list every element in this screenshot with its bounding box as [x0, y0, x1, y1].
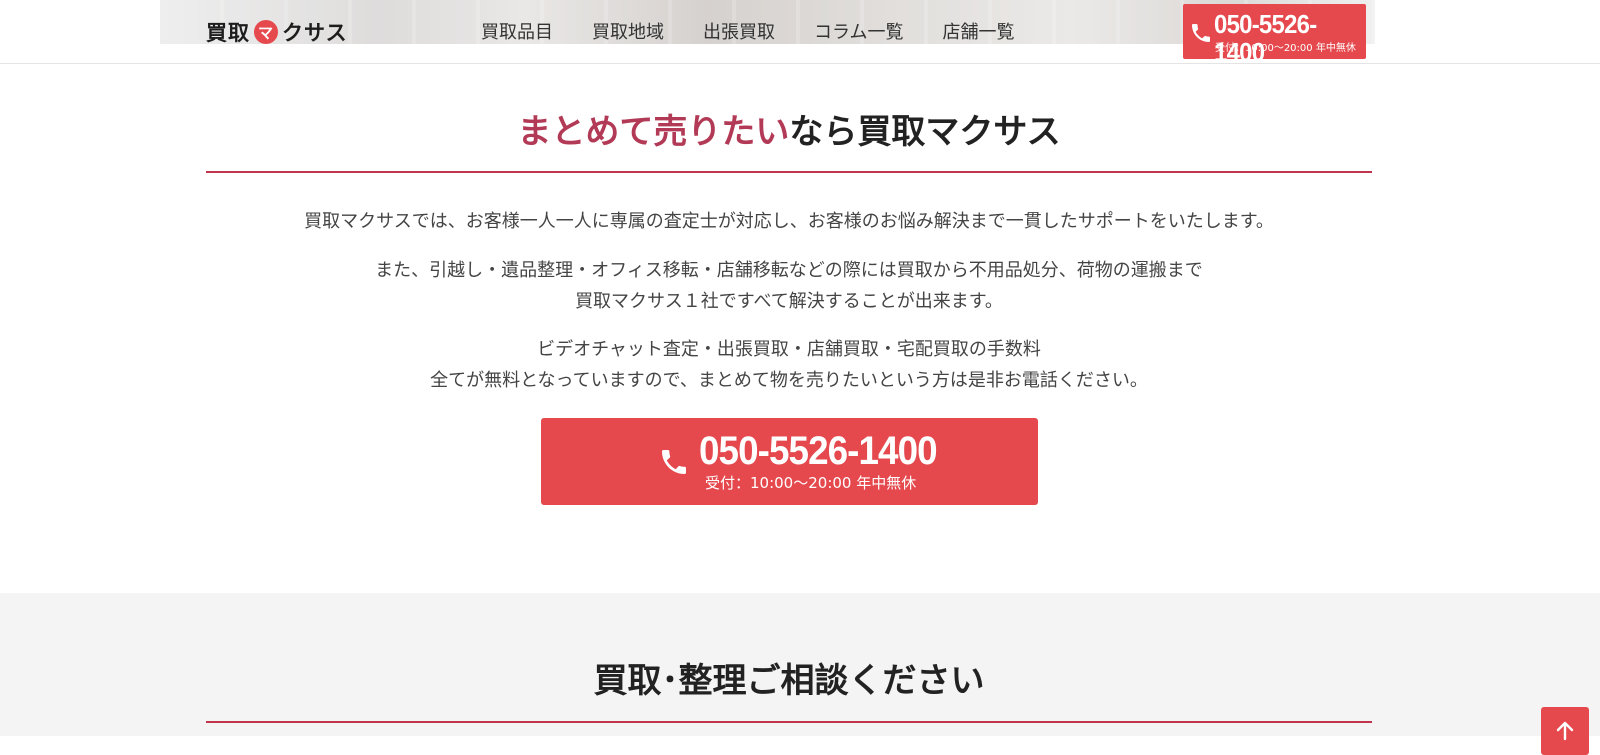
intro-paragraph-3-line-1: ビデオチャット査定・出張買取・店舗買取・宅配買取の手数料: [537, 339, 1041, 360]
site-header: 買取 マ クサス 買取品目 買取地域 出張買取 コラム一覧 店舗一覧 050-5…: [0, 0, 1600, 66]
logo-text-before: 買取: [206, 20, 250, 45]
intro-title-rest: なら買取マクサス: [789, 112, 1061, 152]
intro-paragraph-3-line-2: 全てが無料となっていますので、まとめて物を売りたいという方は是非お電話ください。: [430, 370, 1148, 391]
header-phone-button[interactable]: 050-5526-1400 受付：10:00〜20:00 年中無休: [1183, 4, 1366, 66]
consult-title-divider: [206, 721, 1372, 723]
intro-title-divider: [206, 171, 1372, 173]
main-nav: 買取品目 買取地域 出張買取 コラム一覧 店舗一覧: [481, 17, 1014, 45]
nav-item-items[interactable]: 買取品目: [481, 18, 553, 44]
intro-paragraph-2-line-2: 買取マクサス１社ですべて解決することが出来ます。: [575, 291, 1003, 312]
intro-paragraph-2-line-1: また、引越し・遺品整理・オフィス移転・店舗移転などの際には買取から不用品処分、荷…: [375, 260, 1203, 281]
phone-icon: [662, 450, 686, 474]
header-phone-number: 050-5526-1400: [1214, 9, 1317, 67]
nav-item-areas[interactable]: 買取地域: [592, 18, 664, 44]
intro-title-accent: まとめて売りたい: [517, 112, 790, 152]
consult-title: 買取･整理ご相談ください: [593, 661, 985, 701]
call-button-number: 050-5526-1400: [699, 429, 938, 473]
site-logo[interactable]: 買取 マ クサス: [206, 17, 348, 47]
intro-title: まとめて売りたいなら買取マクサス: [206, 110, 1372, 154]
intro-paragraph-1: 買取マクサスでは、お客様一人一人に専属の査定士が対応し、お客様のお悩み解決まで一…: [304, 211, 1274, 232]
nav-item-columns[interactable]: コラム一覧: [814, 18, 903, 44]
back-to-top-button[interactable]: [1541, 707, 1589, 755]
logo-text-after: クサス: [282, 20, 348, 45]
header-phone-hours: 受付：10:00〜20:00 年中無休: [1215, 43, 1356, 54]
nav-item-stores[interactable]: 店舗一覧: [942, 18, 1014, 44]
phone-icon: [1192, 24, 1210, 42]
call-button-hours: 受付：10:00〜20:00 年中無休: [705, 474, 917, 492]
logo-mark-icon: マ: [254, 20, 278, 44]
nav-item-onsite-purchase[interactable]: 出張買取: [703, 18, 775, 44]
call-button[interactable]: 050-5526-1400 受付：10:00〜20:00 年中無休: [541, 418, 1038, 505]
arrow-up-icon: [1556, 721, 1574, 741]
